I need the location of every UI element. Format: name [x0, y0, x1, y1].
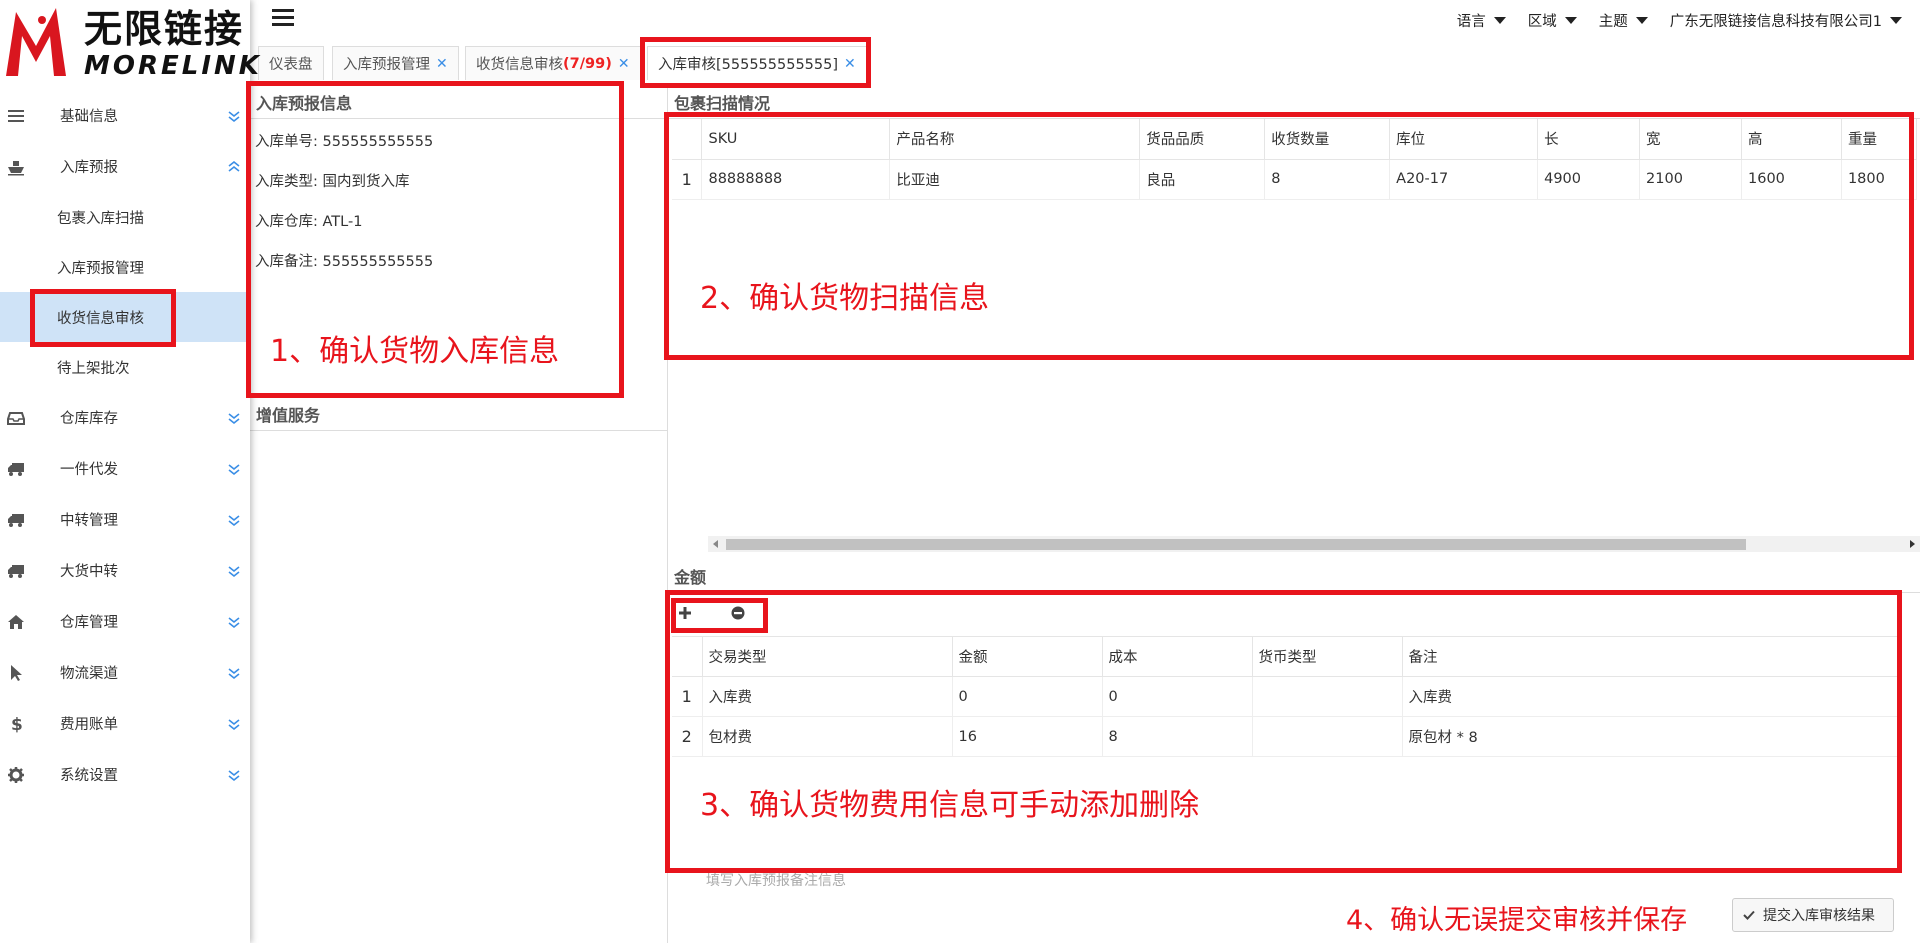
check-icon [1743, 910, 1755, 920]
annotation-box-scan [664, 112, 1914, 360]
top-right-menu: 语言 区域 主题 广东无限链接信息科技有限公司1 [1457, 10, 1902, 31]
sidebar-subitem-label: 入库预报管理 [57, 260, 144, 277]
dollar-icon: $ [11, 715, 23, 733]
sidebar-item-transfer-management[interactable]: 中转管理 [0, 494, 250, 545]
truck-icon [8, 462, 24, 476]
chevron-double-down-icon [228, 667, 240, 679]
annotation-step-3: 3、确认货物费用信息可手动添加删除 [700, 788, 1200, 823]
sidebar-item-label: 系统设置 [60, 768, 118, 784]
scroll-left-icon[interactable] [713, 540, 718, 548]
tab-label: 仪表盘 [269, 57, 313, 73]
cursor-icon [11, 664, 22, 681]
sidebar-item-inbound-forecast[interactable]: 入库预报 [0, 141, 250, 192]
list-icon [8, 109, 24, 122]
annotation-step-1: 1、确认货物入库信息 [270, 334, 560, 369]
region-label: 区域 [1527, 14, 1557, 30]
sidebar-item-label: 费用账单 [60, 717, 118, 733]
value-added-title: 增值服务 [256, 406, 321, 425]
sidebar-subitem-label: 包裹入库扫描 [57, 210, 144, 227]
chevron-double-down-icon [228, 616, 240, 628]
chevron-double-down-icon [228, 565, 240, 577]
close-icon[interactable]: ✕ [618, 56, 630, 72]
tab-count-badge: (7/99) [563, 55, 612, 72]
chevron-double-down-icon [228, 718, 240, 730]
region-dropdown[interactable]: 区域 [1528, 10, 1577, 31]
svg-text:$: $ [11, 715, 23, 733]
chevron-double-up-icon [228, 160, 240, 172]
top-bar: 语言 区域 主题 广东无限链接信息科技有限公司1 [250, 0, 1920, 40]
ship-icon [8, 160, 24, 175]
chevron-double-down-icon [228, 514, 240, 526]
horizontal-scrollbar[interactable] [708, 536, 1920, 552]
scroll-right-icon[interactable] [1910, 540, 1915, 548]
sidebar-item-label: 一件代发 [60, 462, 118, 478]
tab-forecast-management[interactable]: 入库预报管理 ✕ [332, 46, 459, 80]
sidebar-item-bulk-transfer[interactable]: 大货中转 [0, 545, 250, 596]
tab-label: 入库预报管理 [343, 57, 430, 73]
sidebar-item-system-settings[interactable]: 系统设置 [0, 749, 250, 800]
close-icon[interactable]: ✕ [436, 56, 448, 72]
tab-dashboard[interactable]: 仪表盘 [258, 46, 324, 80]
menu-toggle-icon[interactable] [272, 9, 294, 27]
scroll-thumb[interactable] [726, 539, 1746, 550]
annotation-box-active-tab [640, 37, 871, 88]
sidebar-item-warehouse-stock[interactable]: 仓库库存 [0, 392, 250, 443]
sidebar-subitem-pending-shelving[interactable]: 待上架批次 [0, 342, 250, 392]
sidebar-subitem-forecast-management[interactable]: 入库预报管理 [0, 242, 250, 292]
gear-icon [8, 766, 24, 783]
sidebar-item-billing[interactable]: $ 费用账单 [0, 698, 250, 749]
sidebar-item-label: 大货中转 [60, 564, 118, 580]
logo-text-cn: 无限链接 [84, 7, 245, 51]
home-icon [8, 614, 24, 629]
sidebar-item-label: 中转管理 [60, 513, 118, 529]
logo: 无限链接 MORELINK [0, 0, 259, 82]
caret-down-icon [1890, 17, 1902, 24]
sidebar: 无限链接 MORELINK 基础信息 入库预报 包裹入库扫描 入库预报管理 收货… [0, 0, 259, 943]
annotation-step-2: 2、确认货物扫描信息 [700, 281, 990, 316]
submit-audit-label: 提交入库审核结果 [1763, 908, 1875, 924]
tab-label: 收货信息审核 [476, 57, 563, 73]
truck-icon [8, 513, 24, 527]
language-label: 语言 [1456, 14, 1486, 30]
company-dropdown[interactable]: 广东无限链接信息科技有限公司1 [1670, 10, 1902, 31]
remark-input-placeholder[interactable]: 填写入库预报备注信息 [706, 870, 846, 890]
submit-audit-button[interactable]: 提交入库审核结果 [1732, 898, 1894, 932]
sidebar-item-label: 仓库库存 [60, 411, 118, 427]
chevron-double-down-icon [228, 110, 240, 122]
chevron-double-down-icon [228, 463, 240, 475]
truck-icon [8, 564, 24, 578]
sidebar-item-basic-info[interactable]: 基础信息 [0, 90, 250, 141]
divider [250, 430, 668, 431]
sidebar-item-label: 仓库管理 [60, 615, 118, 631]
sidebar-item-label: 入库预报 [60, 160, 118, 176]
sidebar-item-label: 基础信息 [60, 109, 118, 125]
tab-receipt-review[interactable]: 收货信息审核 (7/99) ✕ [465, 46, 641, 80]
annotation-step-4: 4、确认无误提交审核并保存 [1346, 905, 1688, 936]
amount-title: 金额 [674, 568, 707, 587]
sidebar-menu: 基础信息 入库预报 包裹入库扫描 入库预报管理 收货信息审核 待上架批次 仓库库… [0, 90, 250, 800]
sidebar-item-logistics-channel[interactable]: 物流渠道 [0, 647, 250, 698]
theme-label: 主题 [1598, 14, 1628, 30]
sidebar-subitem-label: 待上架批次 [57, 360, 130, 377]
scan-title: 包裹扫描情况 [674, 94, 771, 113]
chevron-double-down-icon [228, 412, 240, 424]
company-label: 广东无限链接信息科技有限公司1 [1669, 14, 1882, 30]
sidebar-subitem-package-scan[interactable]: 包裹入库扫描 [0, 192, 250, 242]
sidebar-item-dropshipping[interactable]: 一件代发 [0, 443, 250, 494]
sidebar-item-label: 物流渠道 [60, 666, 118, 682]
theme-dropdown[interactable]: 主题 [1599, 10, 1648, 31]
logo-mark-icon [6, 8, 66, 76]
sidebar-item-warehouse-management[interactable]: 仓库管理 [0, 596, 250, 647]
tab-bar: 仪表盘 入库预报管理 ✕ 收货信息审核 (7/99) ✕ 入库审核[5555555… [250, 42, 1920, 80]
language-dropdown[interactable]: 语言 [1457, 10, 1506, 31]
logo-text-en: MORELINK [84, 51, 262, 81]
caret-down-icon [1635, 17, 1648, 24]
chevron-double-down-icon [228, 769, 240, 781]
caret-down-icon [1564, 17, 1577, 24]
annotation-box-amount [665, 590, 1902, 873]
annotation-box-active-menu [30, 289, 176, 347]
caret-down-icon [1493, 17, 1506, 24]
inbox-icon [7, 411, 25, 425]
